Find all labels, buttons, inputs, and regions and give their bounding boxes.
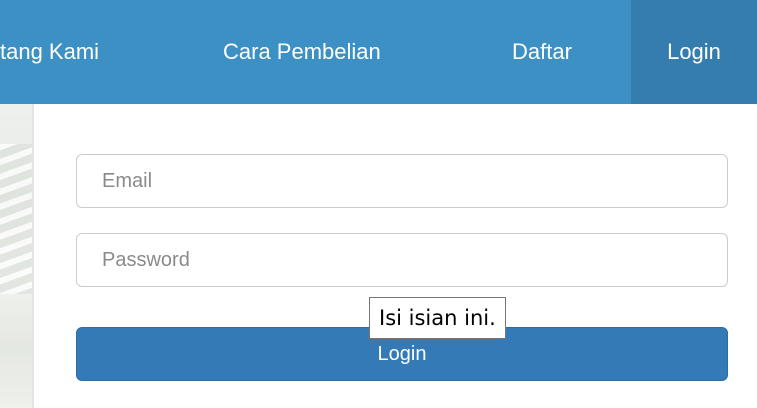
nav-item-tentang-kami[interactable]: tang Kami xyxy=(0,0,99,104)
login-panel: Login xyxy=(36,104,757,408)
email-field[interactable] xyxy=(76,154,728,208)
password-field[interactable] xyxy=(76,233,728,287)
background-decoration xyxy=(0,104,34,408)
nav-item-cara-pembelian[interactable]: Cara Pembelian xyxy=(223,0,381,104)
nav-item-login[interactable]: Login xyxy=(631,0,757,104)
validation-tooltip: Isi isian ini. xyxy=(369,297,506,339)
nav-item-daftar[interactable]: Daftar xyxy=(512,0,572,104)
top-navbar: tang Kami Cara Pembelian Daftar Login xyxy=(0,0,757,104)
